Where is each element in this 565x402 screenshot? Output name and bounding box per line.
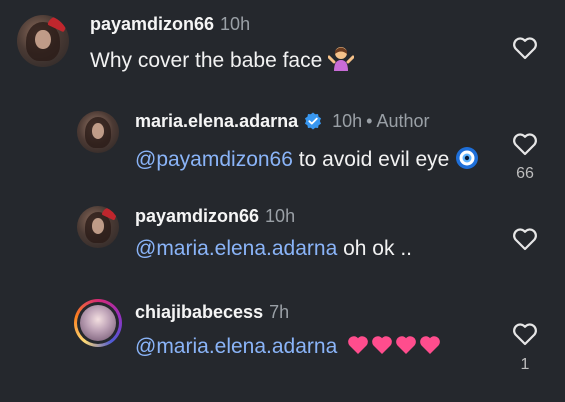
avatar[interactable] bbox=[77, 206, 119, 248]
reply-item: maria.elena.adarna 10h • Author @payamdizo… bbox=[0, 100, 565, 195]
avatar-face bbox=[35, 29, 51, 50]
separator-dot: • bbox=[366, 111, 373, 131]
like-heart-icon[interactable] bbox=[512, 36, 538, 60]
comment-text: @payamdizon66 to avoid evil eye bbox=[135, 146, 479, 172]
reply-item: payamdizon66 10h @maria.elena.adarna oh o… bbox=[0, 195, 565, 290]
comment-meta: chiajibabecess 7h bbox=[135, 302, 289, 323]
mention-link[interactable]: @maria.elena.adarna bbox=[135, 237, 337, 260]
comment-meta: payamdizon66 10h bbox=[90, 14, 250, 35]
username[interactable]: payamdizon66 bbox=[135, 206, 259, 226]
reply-item: chiajibabecess 7h @maria.elena.adarna 1 bbox=[0, 290, 565, 402]
story-ring-avatar[interactable] bbox=[74, 299, 122, 347]
like-heart-icon[interactable] bbox=[512, 322, 538, 346]
timestamp: 10h bbox=[265, 206, 296, 226]
comment-text: @maria.elena.adarna bbox=[135, 333, 443, 359]
comment-meta: payamdizon66 10h bbox=[135, 206, 295, 227]
comment-text: @maria.elena.adarna oh ok .. bbox=[135, 237, 412, 261]
comment-meta: maria.elena.adarna 10h • Author bbox=[135, 111, 430, 132]
like-count: 1 bbox=[520, 356, 530, 373]
mention-link[interactable]: @payamdizon66 bbox=[135, 148, 293, 171]
username[interactable]: chiajibabecess bbox=[135, 302, 263, 322]
comment-body: to avoid evil eye bbox=[292, 148, 450, 171]
comment-item: payamdizon66 10h Why cover the babe face bbox=[0, 0, 565, 100]
comment-body: Why cover the babe face bbox=[90, 49, 323, 72]
pink-hearts-emoji bbox=[348, 336, 440, 354]
avatar-face bbox=[91, 217, 105, 234]
verified-badge-icon bbox=[305, 112, 322, 130]
avatar bbox=[80, 305, 116, 341]
comment-body: oh ok .. bbox=[337, 237, 412, 260]
avatar[interactable] bbox=[17, 15, 69, 67]
username[interactable]: maria.elena.adarna bbox=[135, 111, 298, 131]
timestamp: 7h bbox=[269, 302, 290, 322]
username[interactable]: payamdizon66 bbox=[90, 14, 214, 34]
avatar-face bbox=[91, 122, 105, 139]
nazar-amulet-emoji bbox=[456, 147, 479, 169]
avatar[interactable] bbox=[77, 111, 119, 153]
comment-text: Why cover the babe face bbox=[90, 45, 355, 73]
timestamp: 10h bbox=[220, 14, 251, 34]
like-heart-icon[interactable] bbox=[512, 227, 538, 251]
mention-link[interactable]: @maria.elena.adarna bbox=[135, 335, 337, 358]
shrugging-woman-emoji bbox=[328, 47, 355, 71]
author-label: Author bbox=[376, 111, 430, 131]
timestamp: 10h bbox=[332, 111, 363, 131]
like-heart-icon[interactable] bbox=[512, 132, 538, 156]
like-count: 66 bbox=[516, 165, 534, 182]
